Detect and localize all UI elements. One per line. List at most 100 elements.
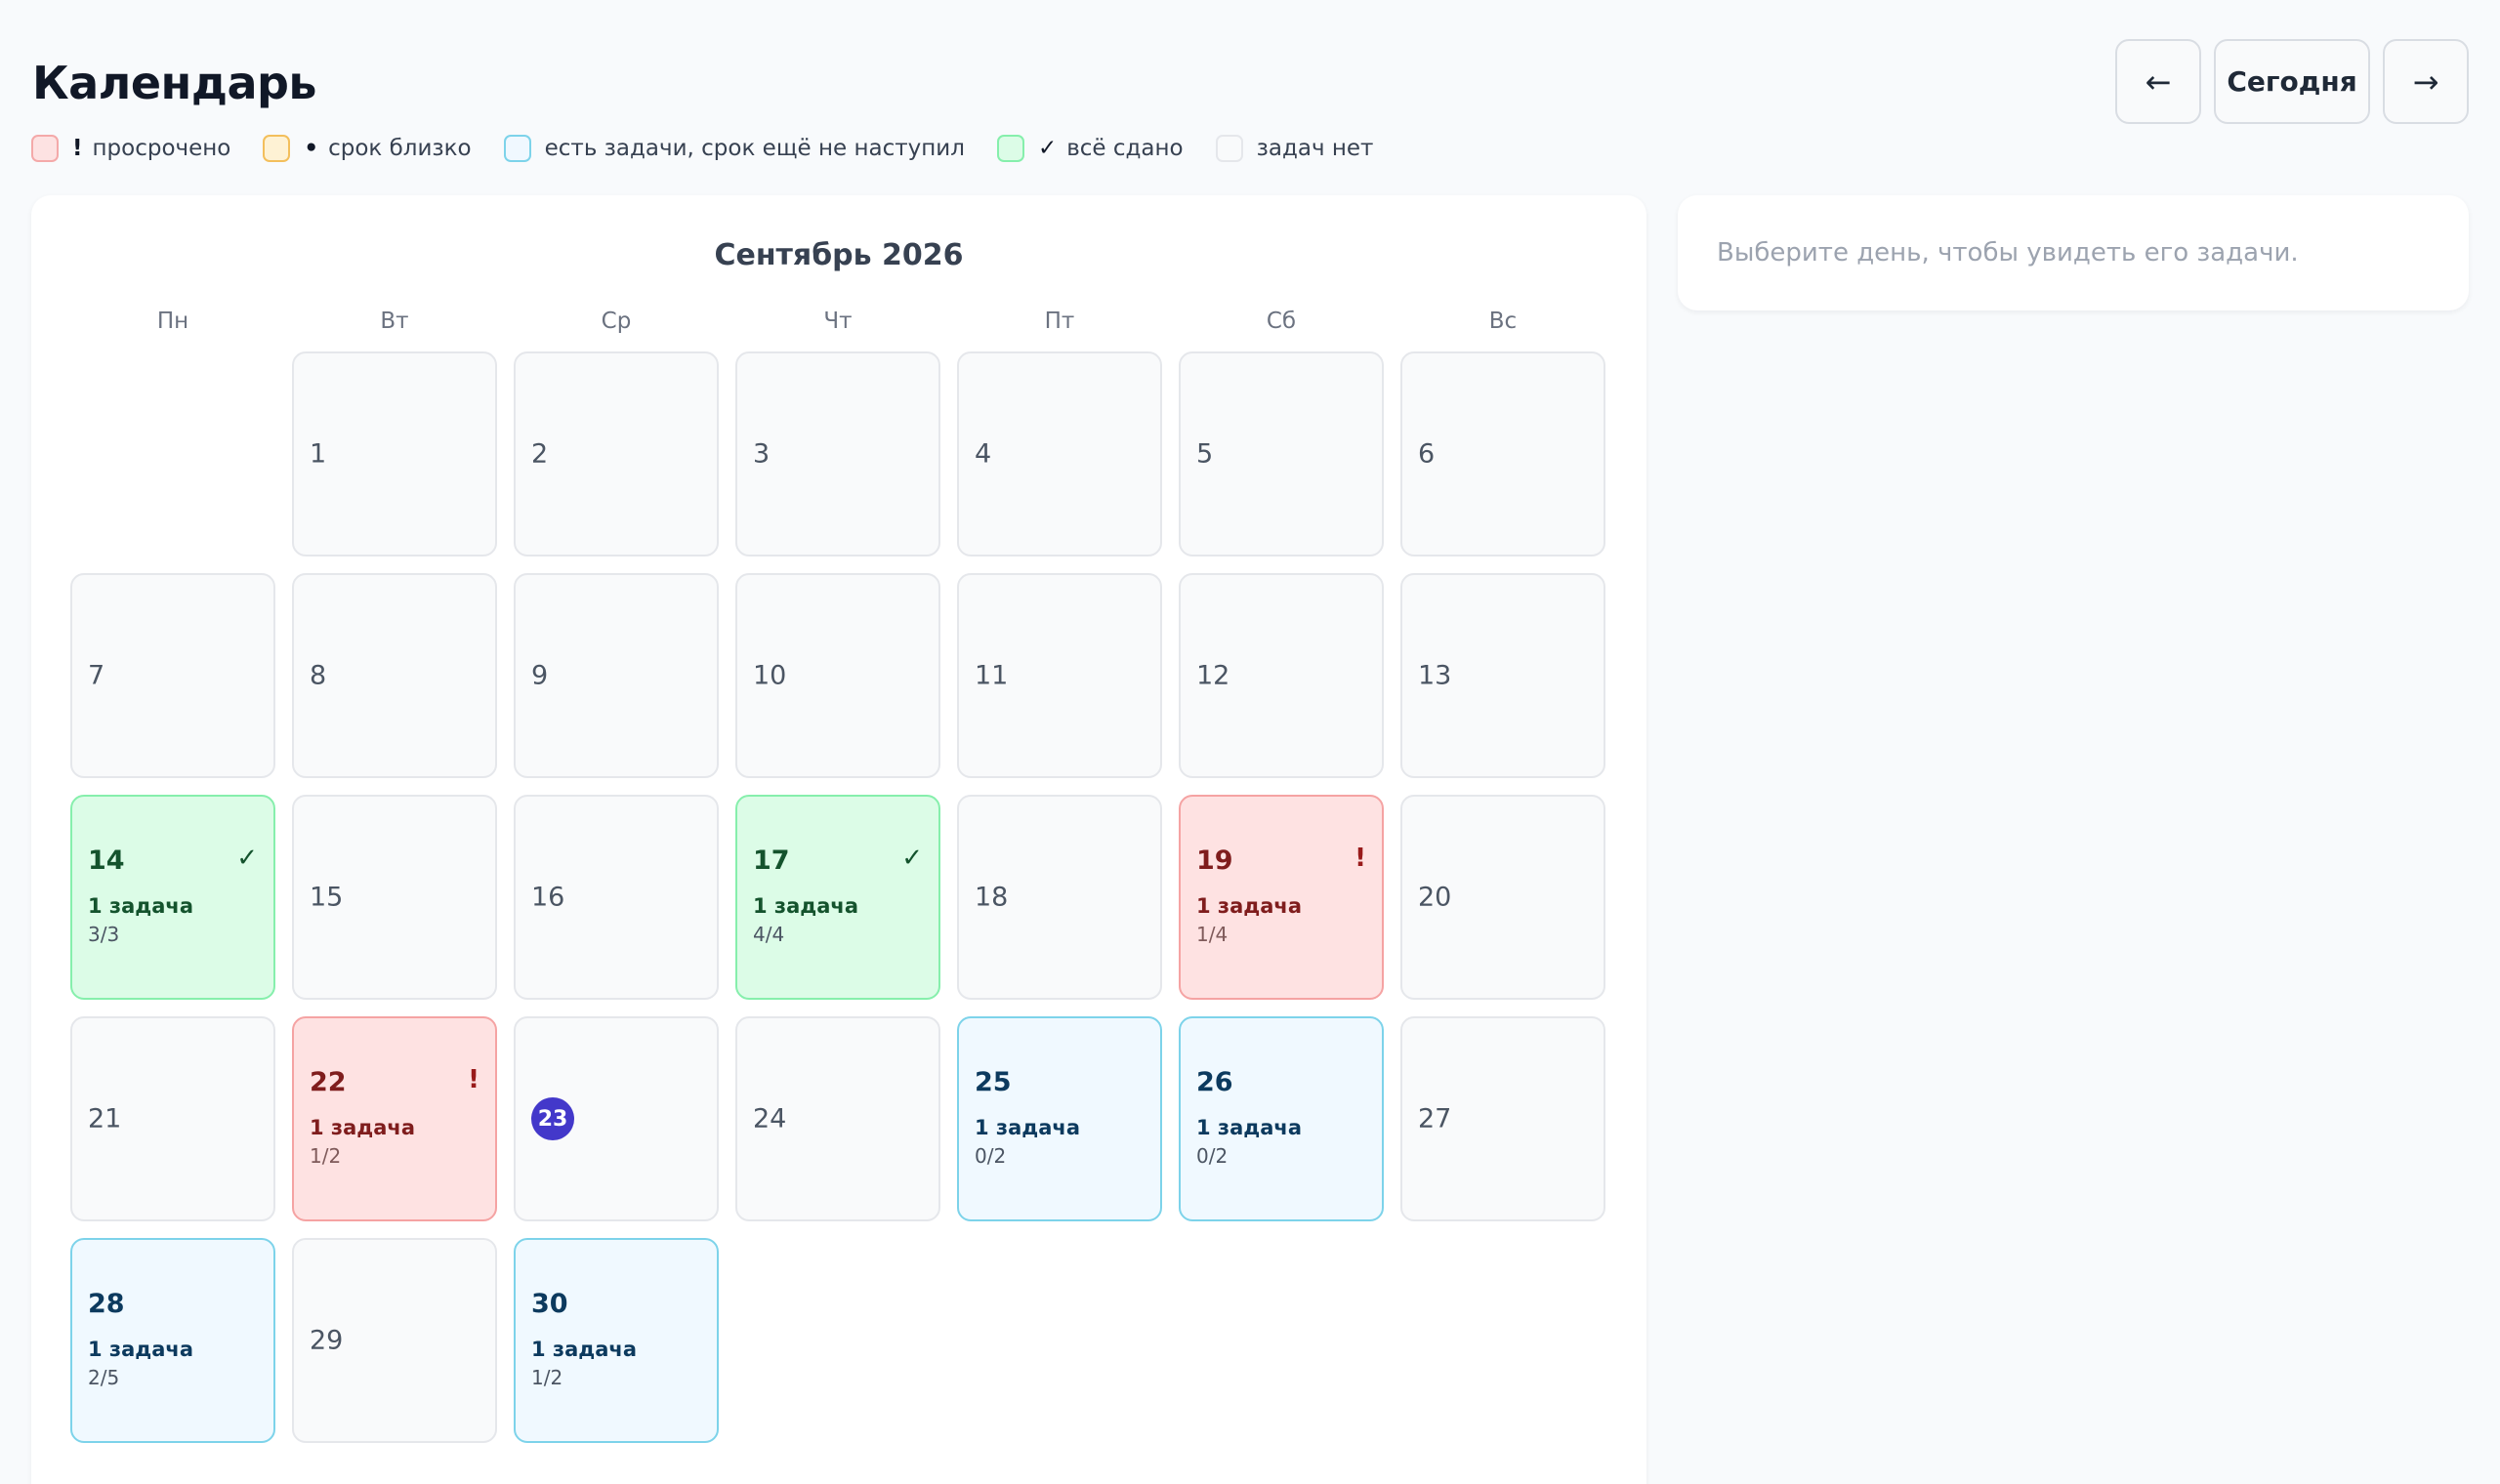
prev-month-button[interactable]: ← xyxy=(2115,39,2201,124)
task-progress: 0/2 xyxy=(1196,1144,1229,1168)
weekday-label: Вт xyxy=(380,309,409,334)
status-legend: ! просрочено • срок близко есть задачи, срок… xyxy=(31,135,1373,162)
day-cell-21[interactable]: 21 xyxy=(70,1016,275,1221)
task-progress: 1/2 xyxy=(310,1144,342,1168)
today-badge: 23 xyxy=(531,1097,574,1140)
task-count: 1 задача xyxy=(88,894,194,918)
month-title: Сентябрь 2026 xyxy=(714,238,964,272)
task-count: 1 задача xyxy=(531,1338,638,1361)
next-month-button[interactable]: → xyxy=(2383,39,2469,124)
day-number: 11 xyxy=(975,660,1009,691)
task-count: 1 задача xyxy=(88,1338,194,1361)
day-cell-22[interactable]: 22! 1 задача 1/2 xyxy=(292,1016,497,1221)
day-cell-12[interactable]: 12 xyxy=(1179,573,1384,778)
day-number: 2 xyxy=(531,438,549,470)
legend-mark: • xyxy=(304,136,319,161)
day-cell-17[interactable]: 17 ✓ 1 задача 4/4 xyxy=(735,795,940,1000)
legend-swatch-none xyxy=(1215,135,1243,162)
weekday-label: Сб xyxy=(1266,309,1297,334)
day-cell-27[interactable]: 27 xyxy=(1400,1016,1605,1221)
legend-item-done: ✓ всё сдано xyxy=(996,135,1184,162)
task-progress: 0/2 xyxy=(975,1144,1007,1168)
day-number: 19 xyxy=(1196,845,1233,876)
day-cell-10[interactable]: 10 xyxy=(735,573,940,778)
day-number: 3 xyxy=(753,438,771,470)
legend-swatch-future xyxy=(503,135,531,162)
day-cell-18[interactable]: 18 xyxy=(957,795,1162,1000)
day-cell-16[interactable]: 16 xyxy=(514,795,719,1000)
day-cell-3[interactable]: 3 xyxy=(735,351,940,556)
legend-label: всё сдано xyxy=(1066,136,1184,161)
legend-label: просрочено xyxy=(92,136,231,161)
day-number: 10 xyxy=(753,660,787,691)
legend-item-future: есть задачи, срок ещё не наступил xyxy=(503,135,965,162)
day-number: 21 xyxy=(88,1103,122,1134)
weekday-label: Пт xyxy=(1044,309,1075,334)
day-cell-9[interactable]: 9 xyxy=(514,573,719,778)
weekday-header: Пн Вт Ср Чт Пт Сб Вс xyxy=(70,309,1605,334)
checkmark-icon: ✓ xyxy=(901,844,923,873)
day-number: 20 xyxy=(1418,882,1452,913)
task-count: 1 задача xyxy=(975,1116,1081,1139)
day-number: 4 xyxy=(975,438,992,470)
day-number: 14 xyxy=(88,845,125,876)
day-number: 8 xyxy=(310,660,327,691)
legend-item-none: задач нет xyxy=(1215,135,1373,162)
day-number: 24 xyxy=(753,1103,787,1134)
day-cell-19[interactable]: 19! 1 задача 1/4 xyxy=(1179,795,1384,1000)
day-cell-6[interactable]: 6 xyxy=(1400,351,1605,556)
day-cell-7[interactable]: 7 xyxy=(70,573,275,778)
day-cell-20[interactable]: 20 xyxy=(1400,795,1605,1000)
legend-item-overdue: ! просрочено xyxy=(31,135,230,162)
day-cell-23[interactable]: 23 xyxy=(514,1016,719,1221)
day-cell-29[interactable]: 29 xyxy=(292,1238,497,1443)
weekday-label: Вс xyxy=(1488,309,1518,334)
day-number: 12 xyxy=(1196,660,1230,691)
day-cell-25[interactable]: 25 1 задача 0/2 xyxy=(957,1016,1162,1221)
day-number: 17 xyxy=(753,845,790,876)
day-number: 29 xyxy=(310,1325,344,1356)
weekday-label: Чт xyxy=(823,309,853,334)
day-number: 15 xyxy=(310,882,344,913)
legend-swatch-overdue xyxy=(31,135,59,162)
task-count: 1 задача xyxy=(1196,1116,1303,1139)
day-number: 13 xyxy=(1418,660,1452,691)
day-number: 26 xyxy=(1196,1067,1233,1097)
task-count: 1 задача xyxy=(753,894,859,918)
day-cell-4[interactable]: 4 xyxy=(957,351,1162,556)
legend-mark: ✓ xyxy=(1037,136,1058,161)
day-cell-1[interactable]: 1 xyxy=(292,351,497,556)
day-cell-30[interactable]: 30 1 задача 1/2 xyxy=(514,1238,719,1443)
calendar-grid: 1 2 3 4 5 6 7 8 9 10 11 12 13 14 ✓ 1 задача 3/3 15 16 17 ✓ 1 … xyxy=(70,351,1605,1443)
legend-swatch-soon xyxy=(263,135,291,162)
weekday-label: Пн xyxy=(156,309,189,334)
day-number: 16 xyxy=(531,882,565,913)
weekday-label: Ср xyxy=(601,309,632,334)
day-cell-2[interactable]: 2 xyxy=(514,351,719,556)
day-cell-11[interactable]: 11 xyxy=(957,573,1162,778)
legend-swatch-done xyxy=(996,135,1024,162)
day-cell-13[interactable]: 13 xyxy=(1400,573,1605,778)
page-title: Календарь xyxy=(32,57,317,109)
day-number: 27 xyxy=(1418,1103,1452,1134)
month-navigation: ← Сегодня → xyxy=(2115,39,2469,124)
day-number: 5 xyxy=(1196,438,1214,470)
task-progress: 3/3 xyxy=(88,923,120,946)
checkmark-icon: ✓ xyxy=(236,844,258,873)
day-number: 18 xyxy=(975,882,1009,913)
day-cell-5[interactable]: 5 xyxy=(1179,351,1384,556)
day-cell-15[interactable]: 15 xyxy=(292,795,497,1000)
task-progress: 2/5 xyxy=(88,1366,120,1389)
day-number: 28 xyxy=(88,1289,125,1319)
task-progress: 4/4 xyxy=(753,923,785,946)
empty-cell xyxy=(70,351,275,556)
day-number: 30 xyxy=(531,1289,568,1319)
today-button[interactable]: Сегодня xyxy=(2214,39,2370,124)
day-cell-24[interactable]: 24 xyxy=(735,1016,940,1221)
day-cell-14[interactable]: 14 ✓ 1 задача 3/3 xyxy=(70,795,275,1000)
day-cell-26[interactable]: 26 1 задача 0/2 xyxy=(1179,1016,1384,1221)
day-cell-8[interactable]: 8 xyxy=(292,573,497,778)
task-count: 1 задача xyxy=(310,1116,416,1139)
day-number: 1 xyxy=(310,438,327,470)
day-cell-28[interactable]: 28 1 задача 2/5 xyxy=(70,1238,275,1443)
